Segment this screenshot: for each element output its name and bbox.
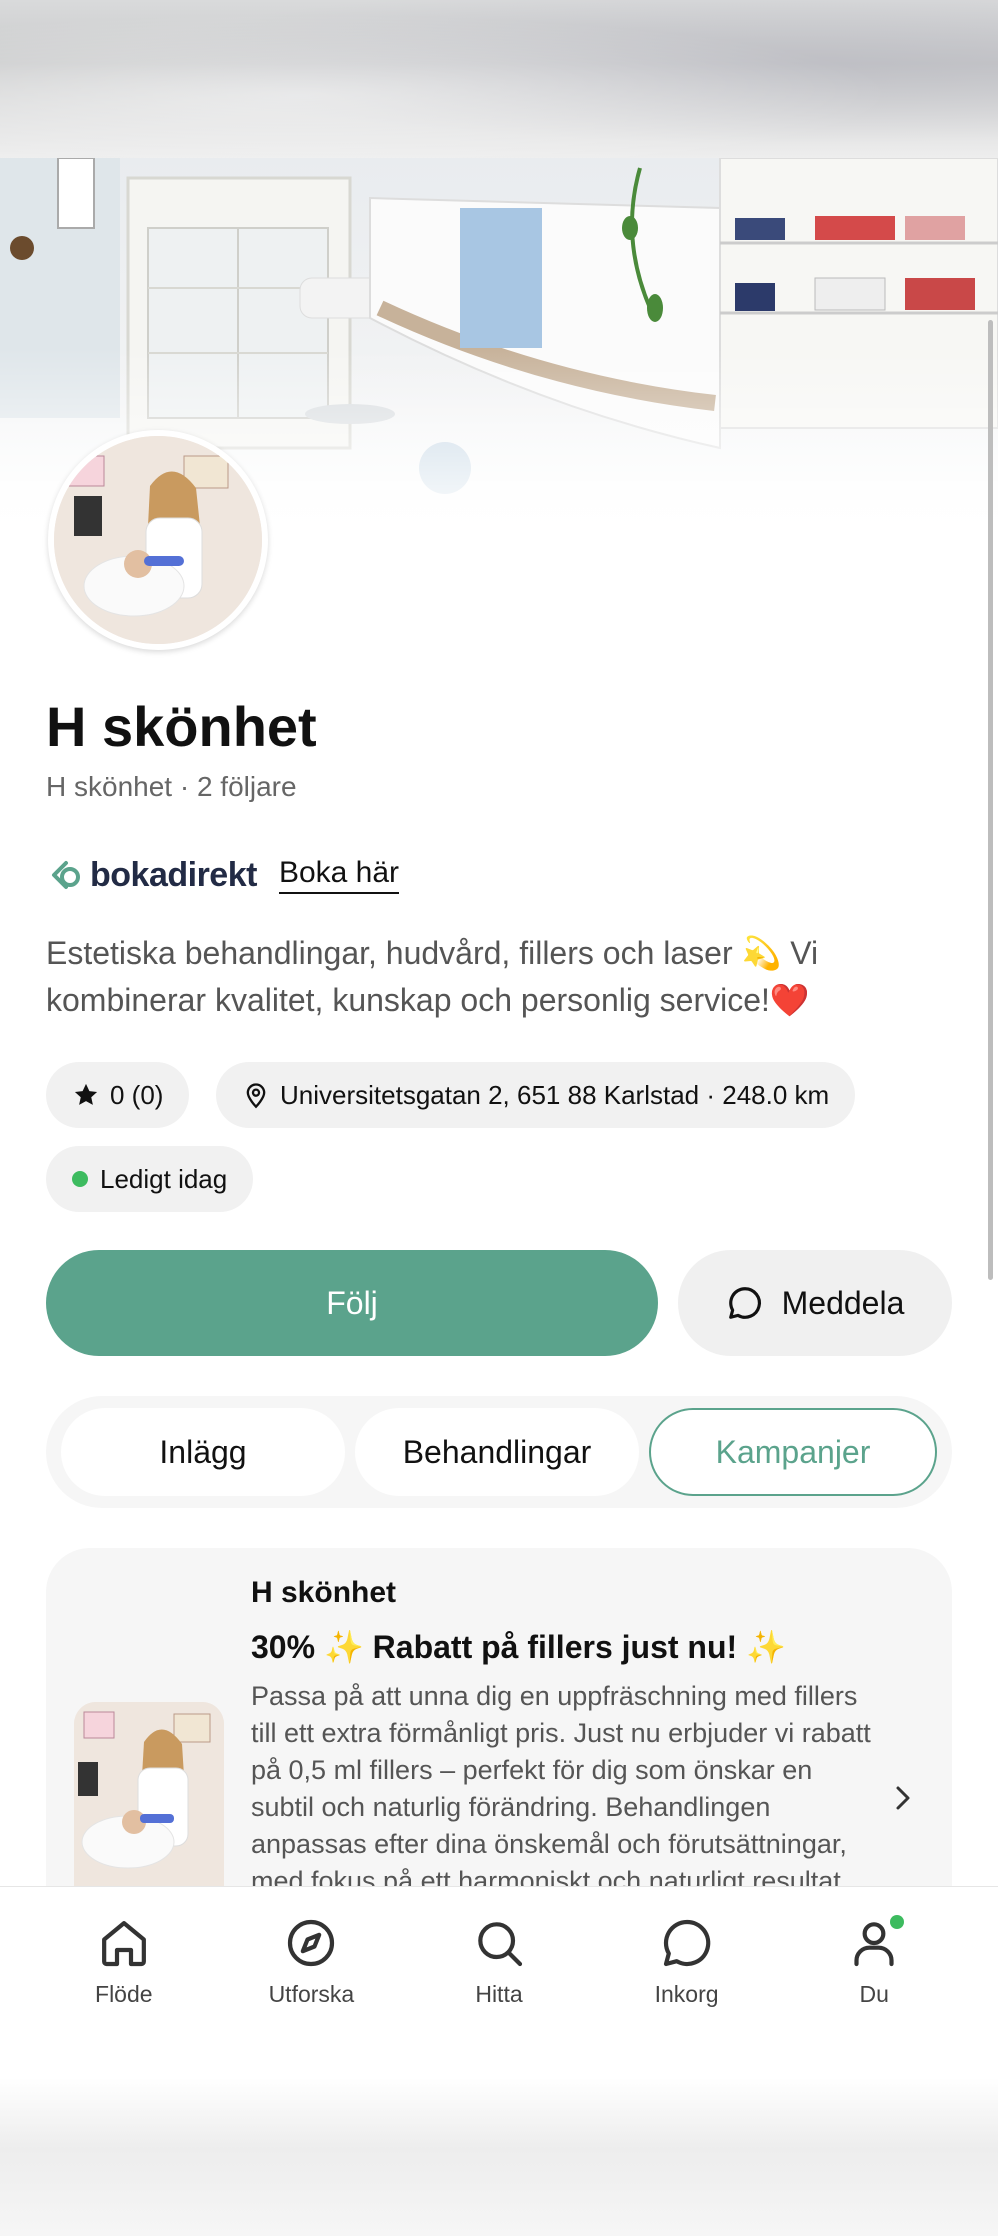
tab-treatments[interactable]: Behandlingar — [355, 1408, 639, 1496]
bokadirekt-icon — [52, 861, 80, 889]
tab-campaigns[interactable]: Kampanjer — [649, 1408, 937, 1496]
availability-dot — [72, 1171, 88, 1187]
location-pin-icon — [242, 1081, 270, 1109]
profile-subtitle: H skönhet · 2 följare — [46, 771, 297, 802]
profile-description: Estetiska behandlingar, hudvård, fillers… — [46, 935, 819, 1018]
message-button[interactable]: Meddela — [678, 1250, 952, 1356]
nav-find-label: Hitta — [475, 1981, 523, 2007]
nav-explore-label: Utforska — [268, 1981, 355, 2007]
campaign-author: H skönhet — [251, 1576, 397, 1609]
scrollbar[interactable] — [988, 320, 993, 1280]
address-chip[interactable]: Universitetsgatan 2, 651 88 Karlstad · 2… — [216, 1062, 856, 1128]
chat-icon — [728, 1287, 761, 1319]
availability-text: Ledigt idag — [100, 1163, 228, 1194]
nav-feed[interactable]: Flöde — [54, 1887, 194, 2078]
rating-chip[interactable]: 0 (0) — [46, 1062, 190, 1128]
campaign-title: 30% ✨ Rabatt på fillers just nu! ✨ — [251, 1629, 786, 1665]
nav-feed-label: Flöde — [95, 1981, 153, 2007]
message-label: Meddela — [781, 1284, 905, 1321]
campaign-body: Passa på att unna dig en uppfräschning m… — [251, 1681, 871, 1896]
profile-avatar[interactable] — [48, 430, 268, 650]
availability-chip[interactable]: Ledigt idag — [46, 1146, 254, 1212]
search-icon — [478, 1922, 523, 1967]
nav-you-label: Du — [859, 1981, 889, 2007]
address-text: Universitetsgatan 2, 651 88 Karlstad · 2… — [280, 1079, 830, 1110]
chevron-right-icon[interactable] — [890, 1780, 916, 1821]
nav-you[interactable]: Du — [804, 1887, 944, 2078]
booking-row: bokadirekt Boka här — [46, 850, 400, 900]
follow-button[interactable]: Följ — [46, 1250, 658, 1356]
compass-icon — [288, 1919, 335, 1967]
profile-name: H skönhet — [46, 695, 317, 758]
profile-tabs: Inlägg Behandlingar Kampanjer — [46, 1396, 952, 1508]
nav-inbox[interactable]: Inkorg — [617, 1887, 757, 2078]
tab-posts[interactable]: Inlägg — [61, 1408, 345, 1496]
rating-text: 0 (0) — [110, 1079, 164, 1110]
chat-icon — [663, 1919, 710, 1967]
nav-inbox-label: Inkorg — [654, 1981, 719, 2007]
nav-explore[interactable]: Utforska — [241, 1887, 381, 2078]
bokadirekt-logo: bokadirekt — [46, 856, 257, 895]
nav-find[interactable]: Hitta — [429, 1887, 569, 2078]
book-here-link[interactable]: Boka här — [278, 856, 400, 894]
home-icon — [101, 1921, 146, 1967]
home-indicator-area — [0, 2078, 998, 2236]
brand-name: bokadirekt — [90, 855, 257, 894]
star-icon — [72, 1081, 100, 1109]
bottom-navigation: Flöde Utforska Hitta Inkorg Du — [0, 1886, 998, 2078]
status-area-blur — [0, 0, 998, 158]
